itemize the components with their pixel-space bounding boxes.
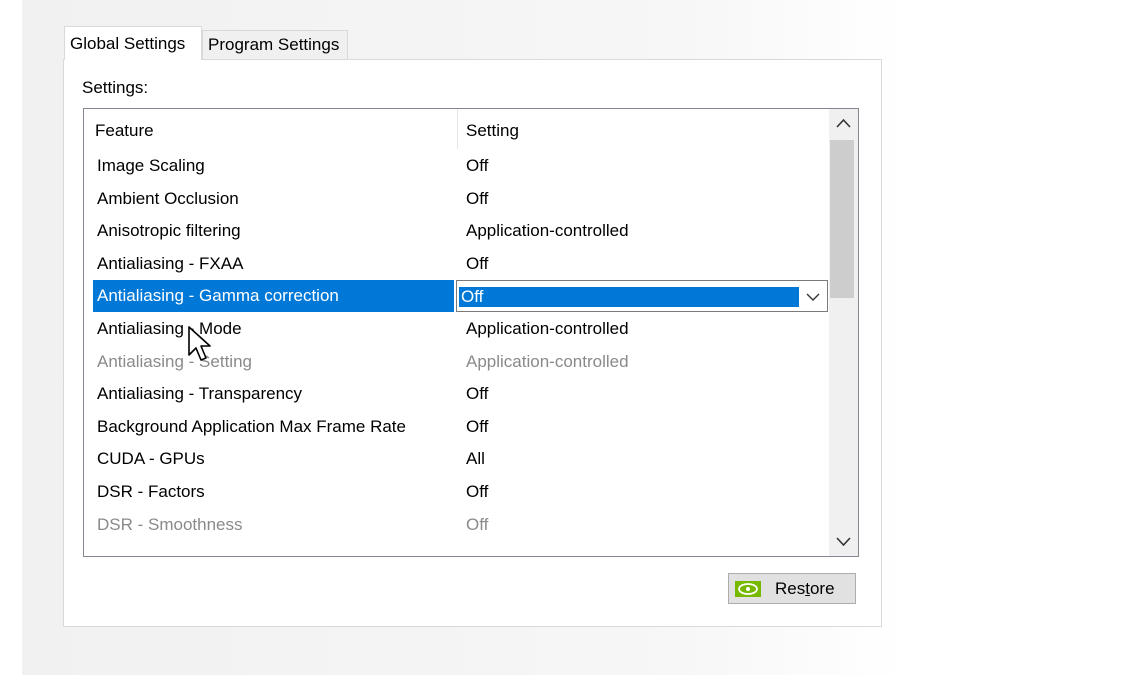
table-row[interactable]: Image Scaling Off	[84, 150, 829, 183]
vertical-scrollbar[interactable]	[829, 109, 858, 556]
table-row[interactable]: Background Application Max Frame Rate Of…	[84, 411, 829, 444]
table-row[interactable]: Antialiasing - FXAA Off	[84, 248, 829, 281]
setting-value: Off	[466, 188, 489, 208]
restore-button-label: Restore	[775, 579, 835, 598]
column-header-setting[interactable]: Setting	[466, 121, 519, 141]
mouse-cursor-icon	[187, 325, 213, 363]
column-divider[interactable]	[457, 109, 458, 149]
setting-value: Off	[466, 156, 489, 175]
setting-value: Application-controlled	[466, 318, 629, 338]
table-row[interactable]: CUDA - GPUs All	[84, 443, 829, 476]
setting-value: Application-controlled	[466, 221, 629, 241]
setting-value: Off	[466, 384, 489, 404]
feature-name: Background Application Max Frame Rate	[97, 416, 406, 436]
chevron-down-icon	[829, 537, 858, 556]
feature-name: Ambient Occlusion	[97, 188, 239, 208]
feature-name: Antialiasing - FXAA	[97, 253, 244, 273]
table-row[interactable]: DSR - Smoothness Off	[84, 509, 829, 542]
dropdown-selected-value: Off	[459, 287, 799, 308]
scroll-thumb[interactable]	[830, 140, 854, 298]
grid-header: Feature Setting	[84, 109, 829, 149]
feature-name: Antialiasing - Mode	[97, 318, 242, 338]
table-row[interactable]: Ambient Occlusion Off	[84, 183, 829, 216]
setting-dropdown[interactable]: Off	[456, 280, 828, 313]
chevron-down-icon[interactable]	[805, 289, 821, 303]
scroll-down-button[interactable]	[829, 526, 858, 556]
setting-value: Off	[466, 416, 489, 436]
feature-name: Antialiasing - Transparency	[97, 384, 303, 404]
feature-name: Anisotropic filtering	[97, 221, 241, 241]
feature-name: Antialiasing - Setting	[97, 351, 252, 371]
feature-name: Image Scaling	[97, 156, 205, 175]
table-row[interactable]: Anisotropic filtering Application-contro…	[84, 215, 829, 248]
column-header-feature[interactable]: Feature	[95, 121, 154, 141]
feature-name: DSR - Smoothness	[97, 514, 243, 534]
setting-value: Off	[466, 253, 489, 273]
settings-label: Settings:	[82, 78, 149, 97]
feature-name: CUDA - GPUs	[97, 449, 205, 469]
tab-global-settings[interactable]: Global Settings	[64, 26, 202, 60]
nvidia-logo-icon	[735, 581, 761, 597]
restore-button[interactable]: Restore	[728, 573, 856, 604]
table-row[interactable]: DSR - Factors Off	[84, 476, 829, 509]
tab-program-settings[interactable]: Program Settings	[202, 30, 348, 59]
setting-value: Off	[466, 481, 489, 501]
setting-value: Application-controlled	[466, 351, 629, 371]
scroll-up-button[interactable]	[829, 109, 858, 139]
table-row[interactable]: Antialiasing - Transparency Off	[84, 378, 829, 411]
table-row-selected[interactable]: Antialiasing - Gamma correction Off	[84, 280, 829, 313]
feature-name: DSR - Factors	[97, 481, 205, 501]
setting-value: Off	[466, 514, 489, 534]
feature-name: Antialiasing - Gamma correction	[97, 286, 339, 306]
setting-value: All	[466, 449, 485, 469]
